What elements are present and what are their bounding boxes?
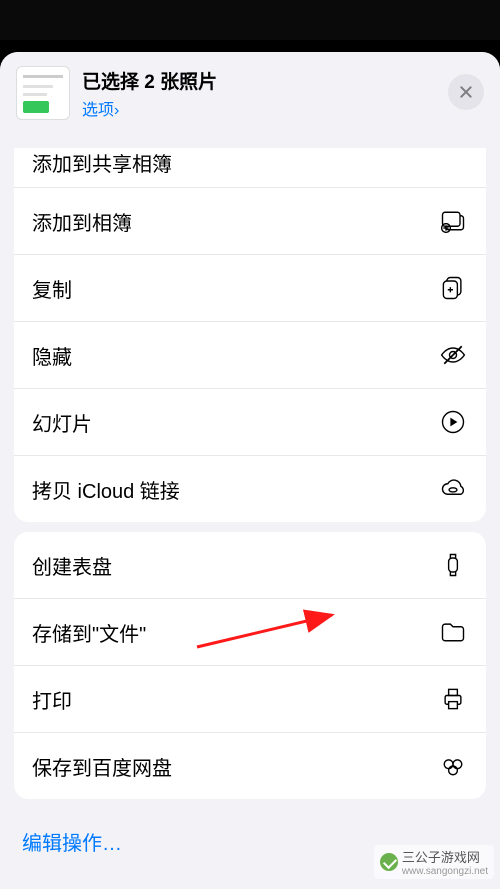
action-label: 保存到百度网盘 — [32, 752, 172, 781]
share-header: 已选择 2 张照片 选项› — [0, 52, 500, 134]
play-circle-icon — [438, 407, 468, 437]
action-print[interactable]: 打印 — [14, 666, 486, 733]
close-button[interactable] — [448, 74, 484, 110]
action-label: 拷贝 iCloud 链接 — [32, 475, 180, 504]
baidu-cloud-icon — [438, 751, 468, 781]
watermark-url: www.sangongzi.net — [402, 866, 488, 877]
watermark-logo-icon — [380, 853, 398, 871]
action-copy-icloud-link[interactable]: 拷贝 iCloud 链接 — [14, 456, 486, 522]
viewport: 已选择 2 张照片 选项› 添加到共享相簿 添加到相簿 — [0, 0, 500, 889]
action-save-to-files[interactable]: 存储到"文件" — [14, 599, 486, 666]
action-label: 打印 — [32, 685, 72, 714]
action-label: 复制 — [32, 274, 72, 303]
share-sheet: 已选择 2 张照片 选项› 添加到共享相簿 添加到相簿 — [0, 52, 500, 889]
watermark: 三公子游戏网 www.sangongzi.net — [374, 845, 494, 879]
folder-icon — [438, 617, 468, 647]
copy-icon — [438, 273, 468, 303]
cloud-link-icon — [438, 474, 468, 504]
action-label: 幻灯片 — [32, 408, 92, 437]
eye-slash-icon — [438, 340, 468, 370]
albums-add-icon — [438, 206, 468, 236]
action-group-1: 添加到相簿 复制 隐藏 — [14, 188, 486, 522]
action-save-to-baidu[interactable]: 保存到百度网盘 — [14, 733, 486, 799]
action-add-to-album[interactable]: 添加到相簿 — [14, 188, 486, 255]
action-label: 创建表盘 — [32, 551, 112, 580]
close-icon — [458, 84, 474, 100]
printer-icon — [438, 684, 468, 714]
action-group-2: 创建表盘 存储到"文件" 打印 — [14, 532, 486, 799]
watermark-text: 三公子游戏网 — [402, 847, 488, 866]
action-label: 存储到"文件" — [32, 618, 146, 647]
selection-thumbnail — [16, 66, 70, 120]
statusbar — [0, 0, 500, 40]
selection-title: 已选择 2 张照片 — [82, 67, 217, 94]
action-hide[interactable]: 隐藏 — [14, 322, 486, 389]
action-label: 添加到共享相簿 — [32, 148, 172, 177]
options-link[interactable]: 选项› — [82, 96, 217, 120]
annotation-arrow — [192, 607, 342, 653]
watch-icon — [438, 550, 468, 580]
action-label: 添加到相簿 — [32, 207, 132, 236]
action-slideshow[interactable]: 幻灯片 — [14, 389, 486, 456]
actions-scroll[interactable]: 添加到共享相簿 添加到相簿 复制 — [0, 148, 500, 889]
header-text: 已选择 2 张照片 选项› — [82, 67, 217, 120]
action-copy[interactable]: 复制 — [14, 255, 486, 322]
action-add-to-shared-album[interactable]: 添加到共享相簿 — [14, 148, 486, 188]
action-label: 隐藏 — [32, 341, 72, 370]
action-create-watchface[interactable]: 创建表盘 — [14, 532, 486, 599]
